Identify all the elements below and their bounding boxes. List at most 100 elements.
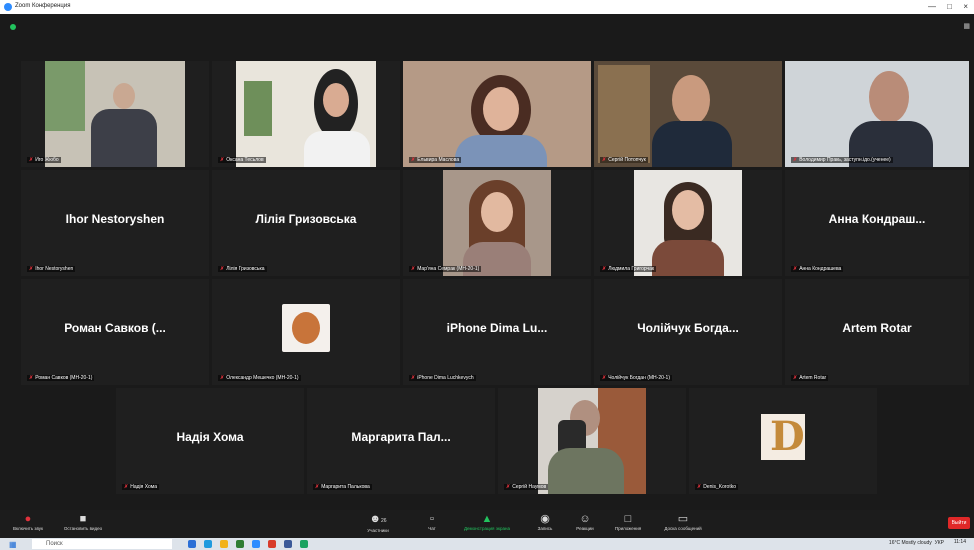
participant-tile[interactable]: Маргарита Пал... ✗ Маргарита Палькова xyxy=(307,388,495,494)
view-mode-icon[interactable]: ▦ xyxy=(963,22,970,30)
head-shape xyxy=(481,192,513,232)
minimize-icon[interactable]: — xyxy=(928,2,936,11)
participant-tile[interactable]: Artem Rotar ✗ Artem Rotar xyxy=(785,279,969,385)
head-shape xyxy=(113,83,135,109)
taskbar-app-icon[interactable] xyxy=(204,540,212,548)
apps-button[interactable]: □ Приложения xyxy=(606,513,650,531)
whiteboard-button[interactable]: ▭ Доска сообщений xyxy=(654,513,712,531)
participant-name-label: ✗ Людмила Григорчак xyxy=(600,266,657,272)
dog-avatar-icon xyxy=(292,312,320,344)
taskbar-app-icon[interactable] xyxy=(188,540,196,548)
video-feed xyxy=(236,61,376,167)
participant-name-label: ✗ Маргарита Палькова xyxy=(313,484,372,490)
participant-name-label: ✗ Оксана Тесьлов xyxy=(218,157,266,163)
participant-tile[interactable]: Роман Савков (... ✗ Роман Савков (МН-20-1… xyxy=(21,279,209,385)
participant-display-name: Чолійчук Богда... xyxy=(637,320,739,335)
maximize-icon[interactable]: □ xyxy=(947,2,952,11)
unmute-button[interactable]: ● Включить звук xyxy=(8,513,48,531)
participant-tile[interactable]: ✗ Мар'яна Семрак (МН-20-1) xyxy=(403,170,591,276)
participant-display-name: Ihor Nestoryshen xyxy=(65,211,165,226)
participant-name-label: ✗ Ihor Nestoryshen xyxy=(27,266,76,272)
participant-name-label: ✗ Сергій Потопчук xyxy=(600,157,648,163)
head-shape xyxy=(672,190,704,230)
participant-tile[interactable]: ✗ Иго Жюбо xyxy=(21,61,209,167)
meeting-stage: ▦ ✗ Иго Жюбо ✗ Оксана Тесьлов ✗ Ельвира Мас… xyxy=(0,14,974,510)
mic-muted-icon: ✗ xyxy=(29,157,34,163)
mic-muted-icon: ✗ xyxy=(602,375,607,381)
video-feed xyxy=(45,61,185,167)
participant-tile[interactable]: ✗ Олександр Мешечко (МН-20-1) xyxy=(212,279,400,385)
participant-name-label: ✗ Чолійчук Богдан (МН-20-1) xyxy=(600,375,672,381)
participant-tile[interactable]: Лілія Гризовська ✗ Лілія Гризовська xyxy=(212,170,400,276)
participants-button[interactable]: ☻26 Участники xyxy=(360,513,396,533)
head-shape xyxy=(672,75,710,125)
mic-muted-icon: ✗ xyxy=(315,484,320,490)
share-screen-button[interactable]: ▲ Демонстрация экрана xyxy=(455,513,519,531)
participant-tile[interactable]: iPhone Dima Lu... ✗ iPhone Dima Luchkevyc… xyxy=(403,279,591,385)
body-shape xyxy=(652,121,732,167)
mic-muted-icon: ✗ xyxy=(506,484,511,490)
system-tray[interactable]: 16°C Mostly cloudy УКР xyxy=(889,540,944,546)
bookshelf-shape xyxy=(598,65,650,163)
taskbar-app-icon[interactable] xyxy=(300,540,308,548)
record-button[interactable]: ◉ Запись xyxy=(530,513,560,531)
participant-display-name: Надія Хома xyxy=(176,429,244,444)
taskbar-app-icon[interactable] xyxy=(252,540,260,548)
participant-name-label: ✗ Надія Хома xyxy=(122,484,159,490)
encryption-shield-icon[interactable] xyxy=(10,24,16,30)
participant-tile[interactable]: ✗ Володимир Пракь, заступн.ідо.(ученее) xyxy=(785,61,969,167)
participant-tile[interactable]: Чолійчук Богда... ✗ Чолійчук Богдан (МН-2… xyxy=(594,279,782,385)
participant-tile-active-speaker[interactable]: ✗ Сергій Потопчук xyxy=(594,61,782,167)
participant-tile[interactable]: ✗ Ельвира Маслова xyxy=(403,61,591,167)
participant-tile[interactable]: Анна Кондраш... ✗ Анна Кондрашева xyxy=(785,170,969,276)
participant-display-name: iPhone Dima Lu... xyxy=(446,320,548,335)
apps-icon: □ xyxy=(624,513,632,525)
mic-muted-icon: ✗ xyxy=(29,375,34,381)
mic-muted-icon: ✗ xyxy=(697,484,702,490)
os-taskbar: ▦ Поиск 16°C Mostly cloudy УКР 11:14 xyxy=(0,538,974,550)
participant-tile[interactable]: ✗ Сергій Наумов xyxy=(498,388,686,494)
chat-button[interactable]: ▫ Чат xyxy=(420,513,444,531)
body-shape xyxy=(652,240,724,276)
taskbar-app-icon[interactable] xyxy=(236,540,244,548)
participant-tile[interactable]: ✗ Оксана Тесьлов xyxy=(212,61,400,167)
participant-name-label: ✗ Володимир Пракь, заступн.ідо.(ученее) xyxy=(791,157,893,163)
participant-name-label: ✗ iPhone Dima Luchkevych xyxy=(409,375,476,381)
participant-tile[interactable]: Ihor Nestoryshen ✗ Ihor Nestoryshen xyxy=(21,170,209,276)
meeting-toolbar: ● Включить звук ■ Остановить видео ☻26 У… xyxy=(0,510,974,538)
participant-name-label: ✗ Лілія Гризовська xyxy=(218,266,267,272)
participant-tile[interactable]: D ✗ Denis_Korotko xyxy=(689,388,877,494)
windows-start-icon[interactable]: ▦ xyxy=(9,540,17,549)
taskbar-search-input[interactable]: Поиск xyxy=(32,539,172,549)
avatar: D xyxy=(761,414,805,460)
mic-muted-icon: ✗ xyxy=(220,157,225,163)
stop-video-button[interactable]: ■ Остановить видео xyxy=(58,513,108,531)
plant-shape xyxy=(244,81,272,136)
taskbar-app-icon[interactable] xyxy=(268,540,276,548)
participant-name-label: ✗ Иго Жюбо xyxy=(27,157,61,163)
plant-shape xyxy=(45,61,85,131)
mic-muted-icon: ✗ xyxy=(793,157,798,163)
participant-display-name: Анна Кондраш... xyxy=(828,211,926,226)
mic-muted-icon: ✗ xyxy=(124,484,129,490)
body-shape xyxy=(455,135,547,167)
reactions-button[interactable]: ☺ Реакции xyxy=(570,513,600,531)
taskbar-app-icon[interactable] xyxy=(220,540,228,548)
participant-name-label: ✗ Denis_Korotko xyxy=(695,484,738,490)
close-icon[interactable]: × xyxy=(963,2,968,11)
participant-tile[interactable]: ✗ Людмила Григорчак xyxy=(594,170,782,276)
body-shape xyxy=(304,131,370,167)
avatar xyxy=(282,304,330,352)
mic-muted-icon: ✗ xyxy=(793,266,798,272)
mic-muted-icon: ✗ xyxy=(411,157,416,163)
mic-muted-icon: ✗ xyxy=(29,266,34,272)
participant-tile[interactable]: Надія Хома ✗ Надія Хома xyxy=(116,388,304,494)
share-screen-icon: ▲ xyxy=(481,513,493,525)
taskbar-app-icon[interactable] xyxy=(284,540,292,548)
participant-name-label: ✗ Artem Rotar xyxy=(791,375,829,381)
end-meeting-button[interactable]: Выйти xyxy=(948,517,970,529)
participant-name-label: ✗ Сергій Наумов xyxy=(504,484,549,490)
taskbar-clock[interactable]: 11:14 xyxy=(954,539,966,545)
head-shape xyxy=(483,87,519,131)
window-titlebar: Zoom Конференция — □ × xyxy=(0,0,974,14)
